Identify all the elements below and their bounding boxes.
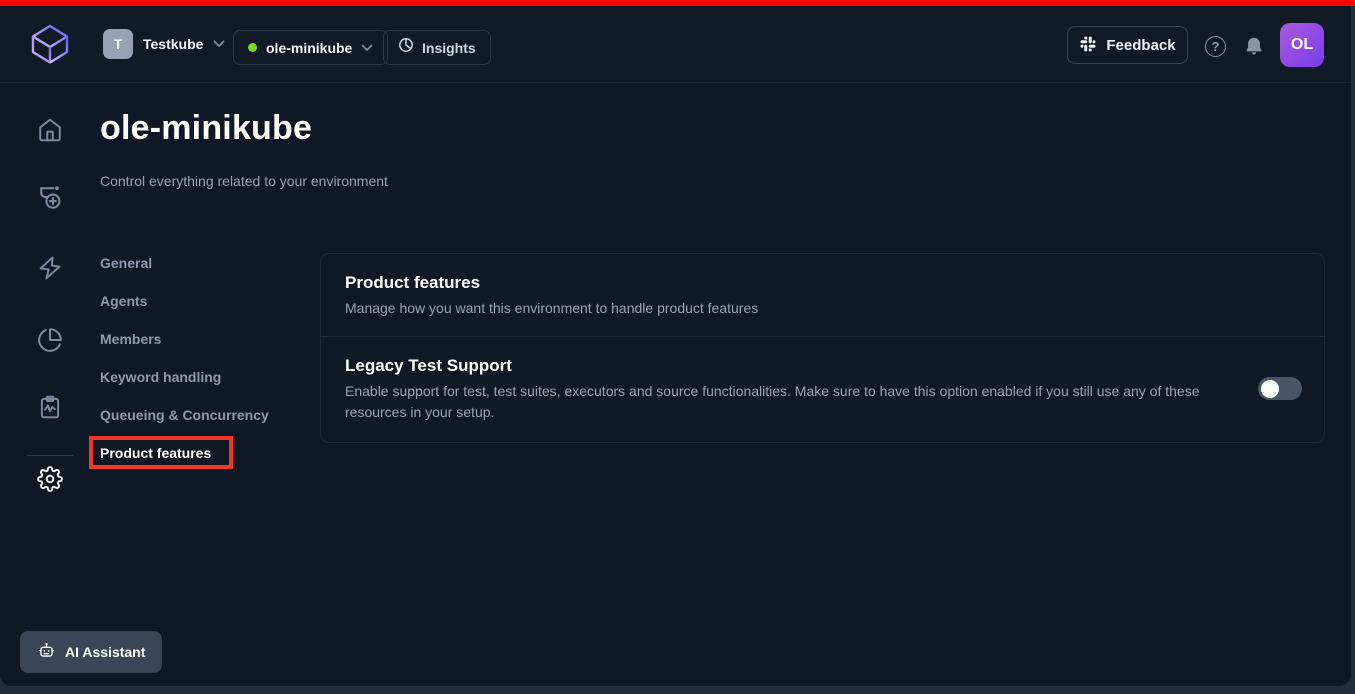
ai-assistant-label: AI Assistant — [65, 644, 145, 660]
toggle-knob — [1261, 380, 1279, 398]
nav-item-keyword-handling[interactable]: Keyword handling — [100, 358, 300, 396]
app-window: T Testkube ole-minikube In — [0, 6, 1351, 686]
feedback-label: Feedback — [1106, 37, 1175, 54]
page-subtitle: Control everything related to your envir… — [100, 173, 388, 189]
pie-insights-icon — [398, 37, 414, 58]
top-header: T Testkube ole-minikube In — [0, 6, 1351, 83]
home-icon[interactable] — [37, 117, 63, 143]
organization-selector[interactable]: T Testkube — [103, 29, 225, 59]
section-title: Legacy Test Support — [345, 356, 1300, 376]
slack-icon — [1079, 35, 1097, 56]
main-area: ole-minikube Control everything related … — [0, 83, 1351, 686]
help-glyph: ? — [1212, 39, 1220, 54]
card-section-legacy-test-support: Legacy Test Support Enable support for t… — [321, 336, 1324, 440]
org-initial-badge: T — [103, 29, 133, 59]
product-features-card: Product features Manage how you want thi… — [320, 253, 1325, 443]
lightning-icon[interactable] — [37, 255, 63, 281]
page-title: ole-minikube — [100, 109, 312, 148]
org-name: Testkube — [143, 36, 203, 52]
nav-item-queueing-concurrency[interactable]: Queueing & Concurrency — [100, 396, 300, 434]
card-section-product-features: Product features Manage how you want thi… — [321, 254, 1324, 336]
legacy-test-support-toggle[interactable] — [1258, 377, 1302, 400]
nav-item-members[interactable]: Members — [100, 320, 300, 358]
testkube-logo[interactable] — [26, 21, 74, 69]
agent-recording-bar — [0, 0, 1355, 6]
feedback-button[interactable]: Feedback — [1067, 26, 1188, 64]
env-status-dot — [248, 43, 257, 52]
environment-selector[interactable]: ole-minikube — [233, 30, 388, 65]
workflow-add-icon[interactable] — [36, 183, 64, 211]
section-description: Manage how you want this environment to … — [345, 298, 1230, 319]
nav-item-product-features[interactable]: Product features — [100, 434, 300, 472]
chevron-down-icon — [213, 35, 225, 53]
gear-icon[interactable] — [37, 466, 63, 492]
rail-divider — [27, 455, 73, 456]
robot-icon — [37, 641, 56, 663]
avatar-initials: OL — [1291, 36, 1313, 54]
env-name: ole-minikube — [266, 40, 352, 56]
clipboard-pulse-icon[interactable] — [37, 394, 63, 420]
pie-chart-icon[interactable] — [37, 327, 63, 353]
user-avatar[interactable]: OL — [1280, 23, 1324, 67]
section-title: Product features — [345, 273, 1300, 293]
screen: T Testkube ole-minikube In — [0, 0, 1355, 694]
chevron-down-icon — [361, 39, 373, 57]
nav-item-general[interactable]: General — [100, 244, 300, 282]
insights-label: Insights — [422, 40, 476, 56]
section-description: Enable support for test, test suites, ex… — [345, 381, 1230, 423]
nav-item-agents[interactable]: Agents — [100, 282, 300, 320]
help-icon[interactable]: ? — [1205, 36, 1226, 57]
settings-nav: General Agents Members Keyword handling … — [100, 244, 300, 472]
insights-button[interactable]: Insights — [383, 30, 491, 65]
ai-assistant-button[interactable]: AI Assistant — [20, 631, 162, 673]
bell-icon[interactable] — [1243, 35, 1265, 57]
